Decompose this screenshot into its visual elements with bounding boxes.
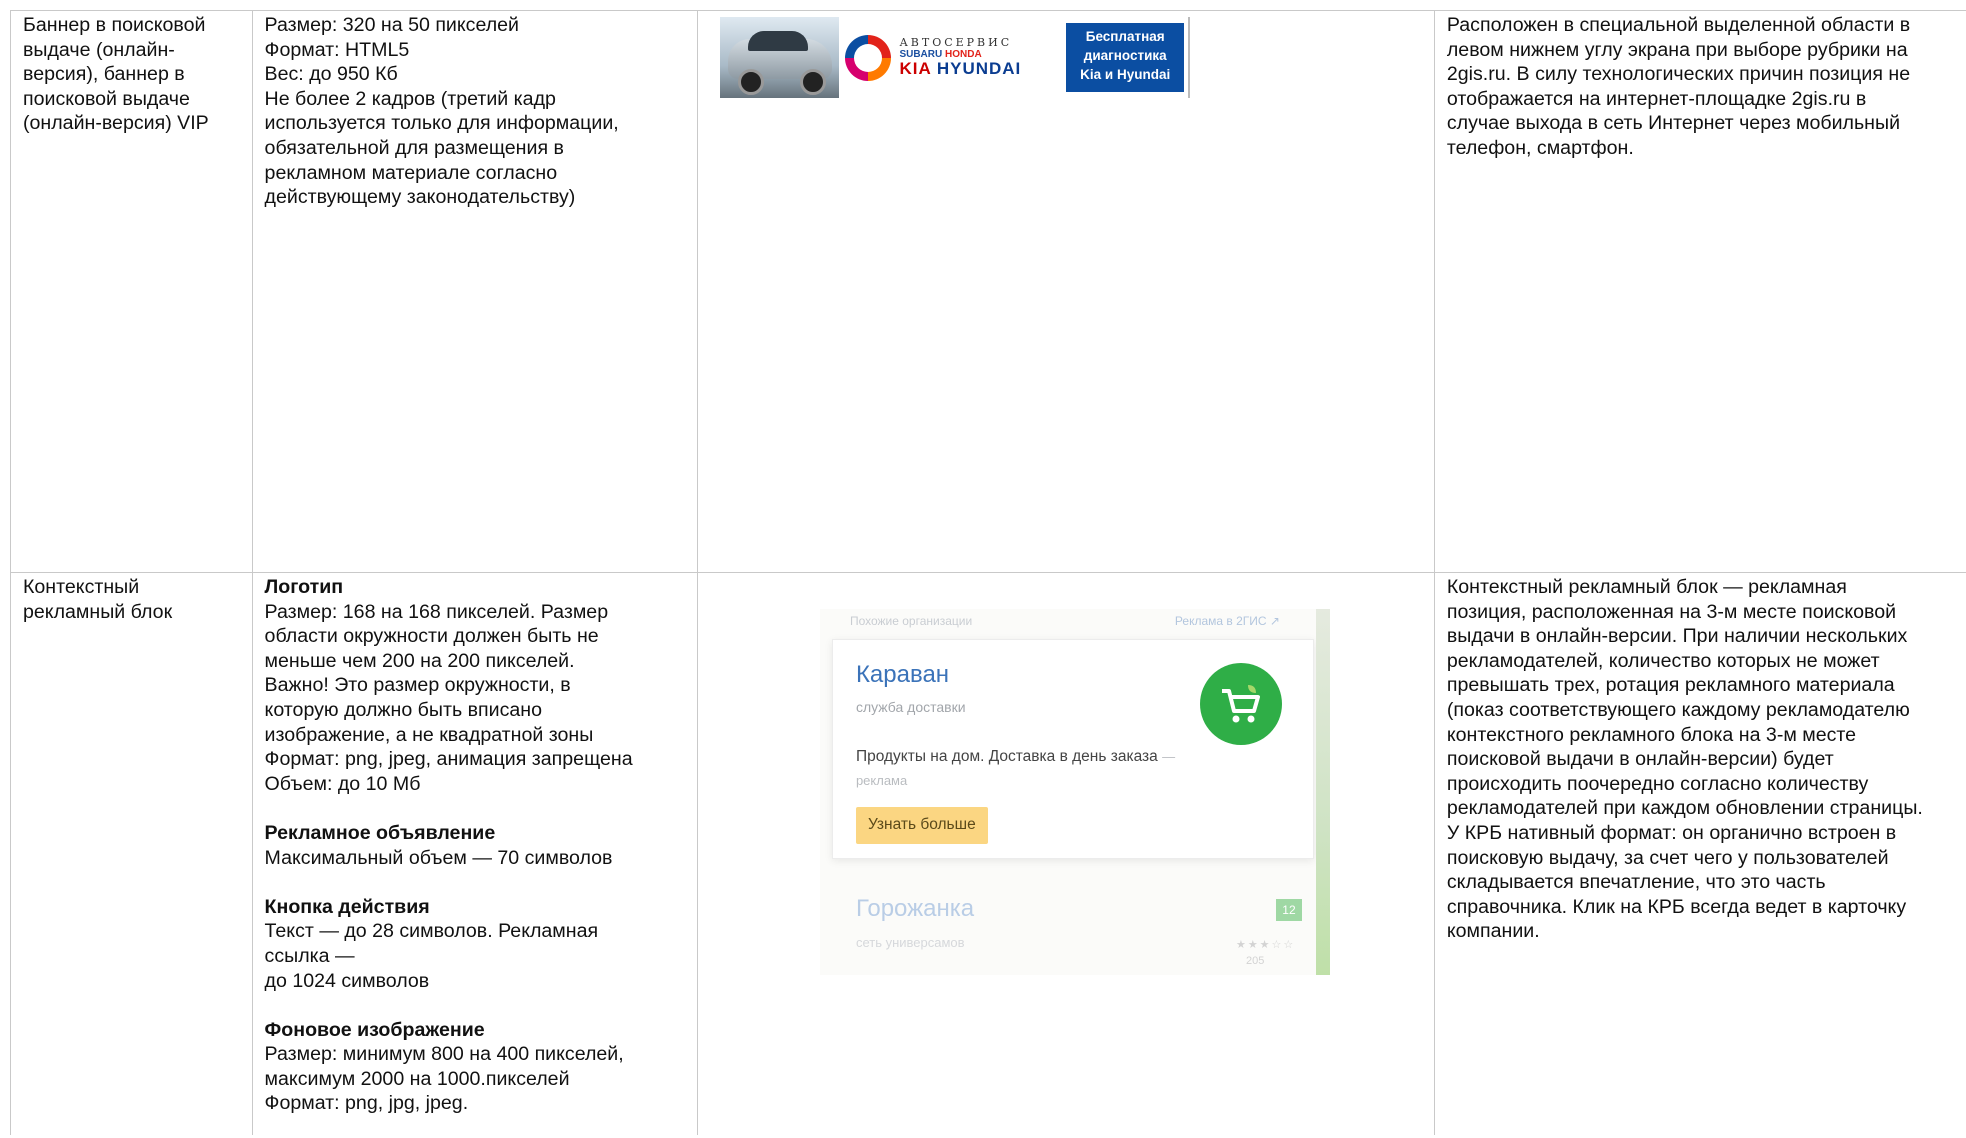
format-spec-cell: Размер: 320 на 50 пикселей Формат: HTML5… bbox=[251, 10, 698, 573]
description-line: У КРБ нативный формат: он органично встр… bbox=[1446, 821, 1897, 844]
description-line: случае выхода в сеть Интернет через моби… bbox=[1446, 112, 1901, 135]
native-ad-subtitle: служба доставки bbox=[855, 699, 966, 715]
spec-heading-ad: Рекламное объявление bbox=[264, 821, 496, 844]
spec-heading-button: Кнопка действия bbox=[264, 895, 430, 918]
spec-line: Вес: до 950 Кб bbox=[264, 63, 398, 86]
description-line: контекстного рекламного блока на 3-м мес… bbox=[1446, 723, 1857, 746]
spec-line: Формат: HTML5 bbox=[264, 38, 410, 61]
format-name-cell: Контекстный рекламный блок bbox=[10, 572, 253, 1135]
description-line: рекламодателей при каждом обновлении стр… bbox=[1446, 797, 1923, 820]
spec-line: области окружности должен быть не bbox=[264, 625, 599, 648]
description-line: рекламодателей, количество которых не мо… bbox=[1446, 649, 1880, 672]
format-name-line: выдаче (онлайн- bbox=[23, 38, 175, 61]
spec-line: Размер: 168 на 168 пикселей. Размер bbox=[264, 600, 609, 623]
spec-line: Формат: png, jpg, jpeg. bbox=[264, 1092, 469, 1115]
description-line: компании. bbox=[1446, 920, 1540, 943]
spec-line: Размер: 320 на 50 пикселей bbox=[264, 14, 519, 36]
free-diagnostics-promo: Бесплатная диагностика Kia и Hyundai bbox=[1066, 23, 1184, 92]
shopping-cart-icon bbox=[1199, 663, 1282, 745]
format-spec-cell: Логотип Размер: 168 на 168 пикселей. Раз… bbox=[251, 572, 698, 1135]
spec-heading-logo: Логотип bbox=[264, 576, 344, 598]
description-line: выдачи в онлайн-версии. При наличии неск… bbox=[1446, 625, 1908, 648]
brand-line-kia-hyundai: KIA HYUNDAI bbox=[899, 58, 1022, 78]
format-name-line: Баннер в поисковой bbox=[23, 14, 206, 36]
format-name-line: Контекстный bbox=[23, 576, 140, 598]
rating-stars-icon: ★★★☆☆ bbox=[1235, 939, 1296, 951]
ad-in-2gis-link: Реклама в 2ГИС ↗ bbox=[1174, 614, 1280, 628]
format-example-cell: Похожие организации Реклама в 2ГИС ↗ Кар… bbox=[696, 572, 1435, 1135]
format-name-line: рекламный блок bbox=[23, 600, 173, 623]
brand-line-autoservice: АВТОСЕРВИС bbox=[899, 35, 1013, 49]
spec-line: меньше чем 200 на 200 пикселей. bbox=[264, 649, 575, 672]
description-line: справочника. Клик на КРБ всегда ведет в … bbox=[1446, 895, 1907, 918]
map-edge bbox=[1315, 609, 1330, 975]
spec-line: изображение, а не квадратной зоны bbox=[264, 723, 594, 746]
native-ad-text: Продукты на дом. Доставка в день заказа … bbox=[855, 748, 1176, 788]
format-description-cell: Контекстный рекламный блок — рекламная п… bbox=[1433, 572, 1966, 1135]
banner-example-image: АВТОСЕРВИС SUBARU HONDA KIA HYUNDAI Бесп… bbox=[719, 17, 1190, 98]
description-line: происходить поочередно согласно количест… bbox=[1446, 772, 1869, 795]
top-motors-logo bbox=[845, 34, 892, 81]
description-line: поисковой выдачи в онлайн-версии) будет bbox=[1446, 748, 1834, 771]
native-ad-title: Караван bbox=[855, 661, 950, 688]
next-result-title: Горожанка bbox=[855, 895, 975, 922]
format-name-cell: Баннер в поисковой выдаче (онлайн- верси… bbox=[10, 10, 253, 573]
description-line: (показ соответствующего каждому рекламод… bbox=[1446, 698, 1910, 721]
next-result-subtitle: сеть универсамов bbox=[855, 935, 965, 950]
spec-line: максимум 2000 на 1000.пикселей bbox=[264, 1067, 570, 1090]
similar-orgs-bar: Похожие организации Реклама в 2ГИС ↗ bbox=[850, 609, 1290, 634]
spec-line: Не более 2 кадров (третий кадр bbox=[264, 87, 556, 110]
spec-line: используется только для информации, bbox=[264, 112, 619, 135]
spec-line: рекламном материале согласно bbox=[264, 161, 558, 184]
spec-line: Размер: минимум 800 на 400 пикселей, bbox=[264, 1043, 624, 1066]
spec-line: до 1024 символов bbox=[264, 969, 430, 992]
description-line: превышать трех, ротация рекламного матер… bbox=[1446, 674, 1895, 697]
description-line: поисковую выдачу, за счет чего у пользов… bbox=[1446, 846, 1889, 869]
description-line: Контекстный рекламный блок — рекламная bbox=[1446, 576, 1847, 598]
spec-line: Текст — до 28 символов. Рекламная bbox=[264, 920, 599, 943]
spec-line: Максимальный объем — 70 символов bbox=[264, 846, 613, 869]
table-row-banner: Баннер в поисковой выдаче (онлайн- верси… bbox=[10, 10, 1966, 573]
spec-line: Объем: до 10 Мб bbox=[264, 772, 421, 795]
description-line: телефон, смартфон. bbox=[1446, 136, 1634, 159]
spec-line: обязательной для размещения в bbox=[264, 136, 564, 159]
spec-heading-background: Фоновое изображение bbox=[264, 1018, 485, 1041]
review-count: 205 bbox=[1245, 955, 1265, 967]
format-name-line: версия), баннер в bbox=[23, 63, 185, 86]
similar-orgs-label: Похожие организации bbox=[849, 614, 973, 628]
car-photo bbox=[719, 17, 840, 98]
description-line: отображается на интернет-площадке 2gis.r… bbox=[1446, 87, 1867, 110]
description-line: 2gis.ru. В силу технологических причин п… bbox=[1446, 63, 1911, 86]
spec-line: ссылка — bbox=[264, 944, 355, 967]
format-example-cell: АВТОСЕРВИС SUBARU HONDA KIA HYUNDAI Бесп… bbox=[696, 10, 1435, 573]
format-description-cell: Расположен в специальной выделенной обла… bbox=[1433, 10, 1966, 573]
format-name-line: (онлайн-версия) VIP bbox=[23, 112, 209, 135]
description-line: левом нижнем углу экрана при выборе рубр… bbox=[1446, 38, 1908, 61]
spec-line: действующему законодательству) bbox=[264, 186, 576, 209]
rating-badge: 12 bbox=[1275, 899, 1302, 921]
autoservice-brands: АВТОСЕРВИС SUBARU HONDA KIA HYUNDAI bbox=[839, 17, 1067, 98]
native-ad-example-image: Похожие организации Реклама в 2ГИС ↗ Кар… bbox=[819, 609, 1330, 975]
spec-line: Важно! Это размер окружности, в bbox=[264, 674, 571, 697]
description-line: позиция, расположенная на 3-м месте поис… bbox=[1446, 600, 1897, 623]
description-line: складывается впечатление, что это часть bbox=[1446, 871, 1826, 894]
ad-formats-table: Баннер в поисковой выдаче (онлайн- верси… bbox=[10, 10, 1966, 1135]
spec-line: которую должно быть вписано bbox=[264, 698, 542, 721]
format-name-line: поисковой выдаче bbox=[23, 87, 190, 110]
description-line: Расположен в специальной выделенной обла… bbox=[1446, 14, 1911, 36]
table-row-context-block: Контекстный рекламный блок Логотип Разме… bbox=[10, 572, 1966, 1135]
learn-more-button: Узнать больше bbox=[855, 807, 988, 844]
spec-line: Формат: png, jpeg, анимация запрещена bbox=[264, 748, 633, 771]
